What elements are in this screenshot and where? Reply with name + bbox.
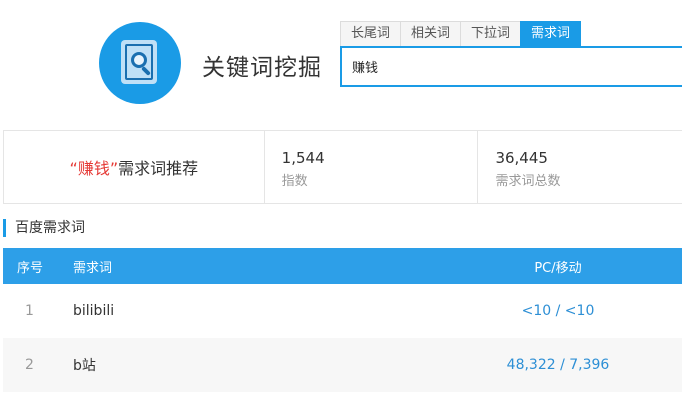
- row-word[interactable]: bilibili: [73, 303, 458, 319]
- header-index: 序号: [17, 260, 44, 276]
- stat-index: 1,544 指数: [265, 131, 479, 203]
- summary-panel: “赚钱” 需求词推荐 1,544 指数 36,445 需求词总数: [3, 130, 682, 204]
- demand-table: 序号 需求词 PC/移动 1 bilibili <10 / <10 2 b站 4…: [3, 248, 682, 392]
- stat-label: 需求词总数: [495, 174, 561, 189]
- search-box: [340, 46, 682, 87]
- header-word: 需求词: [73, 260, 113, 276]
- table-row: 1 bilibili <10 / <10: [3, 284, 682, 338]
- row-pc-mobile[interactable]: 48,322 / 7,396: [458, 357, 658, 373]
- summary-keyword: “赚钱”: [69, 159, 119, 178]
- header-pc-mobile: PC/移动: [534, 260, 582, 276]
- tab-demand[interactable]: 需求词: [520, 21, 582, 46]
- section-title: 百度需求词: [3, 219, 85, 237]
- search-input[interactable]: [342, 48, 682, 85]
- stat-total: 36,445 需求词总数: [478, 131, 682, 203]
- row-index: 1: [25, 303, 34, 319]
- tab-related[interactable]: 相关词: [400, 21, 462, 46]
- stat-label: 指数: [281, 174, 308, 189]
- row-index: 2: [25, 357, 34, 373]
- document-search-icon: [99, 22, 181, 104]
- row-word[interactable]: b站: [73, 355, 458, 375]
- summary-title: “赚钱” 需求词推荐: [4, 131, 265, 203]
- summary-label: 需求词推荐: [118, 159, 199, 178]
- app-title: 关键词挖掘: [202, 55, 322, 81]
- table-header: 序号 需求词 PC/移动: [3, 248, 682, 284]
- tab-bar: 长尾词 相关词 下拉词 需求词: [340, 21, 582, 46]
- row-pc-mobile[interactable]: <10 / <10: [458, 303, 658, 319]
- tab-long-tail[interactable]: 长尾词: [340, 21, 402, 46]
- tab-dropdown[interactable]: 下拉词: [460, 21, 522, 46]
- header: 关键词挖掘 长尾词 相关词 下拉词 需求词: [0, 0, 682, 128]
- stat-value: 36,445: [495, 149, 548, 167]
- table-row: 2 b站 48,322 / 7,396: [3, 338, 682, 392]
- stat-value: 1,544: [281, 149, 325, 167]
